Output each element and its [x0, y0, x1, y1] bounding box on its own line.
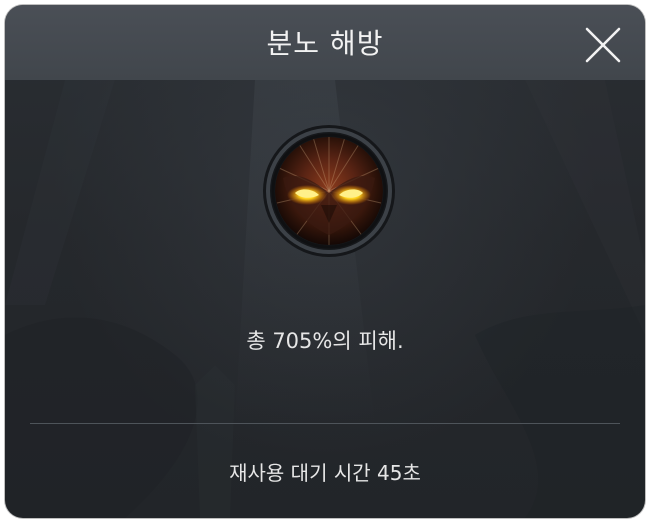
skill-description: 총 705%의 피해. [246, 329, 404, 353]
skill-icon [261, 123, 397, 259]
close-icon [585, 27, 621, 63]
background-texture [5, 80, 645, 518]
skill-tooltip-dialog: 분노 해방 총 705%의 피해. 재사용 대기 시간 45초 [5, 5, 645, 518]
dialog-title: 분노 해방 [266, 27, 384, 60]
demon-eyes-skill-icon [263, 125, 395, 257]
cooldown-text: 재사용 대기 시간 45초 [229, 461, 421, 485]
divider [30, 423, 620, 424]
close-button[interactable] [583, 25, 623, 65]
